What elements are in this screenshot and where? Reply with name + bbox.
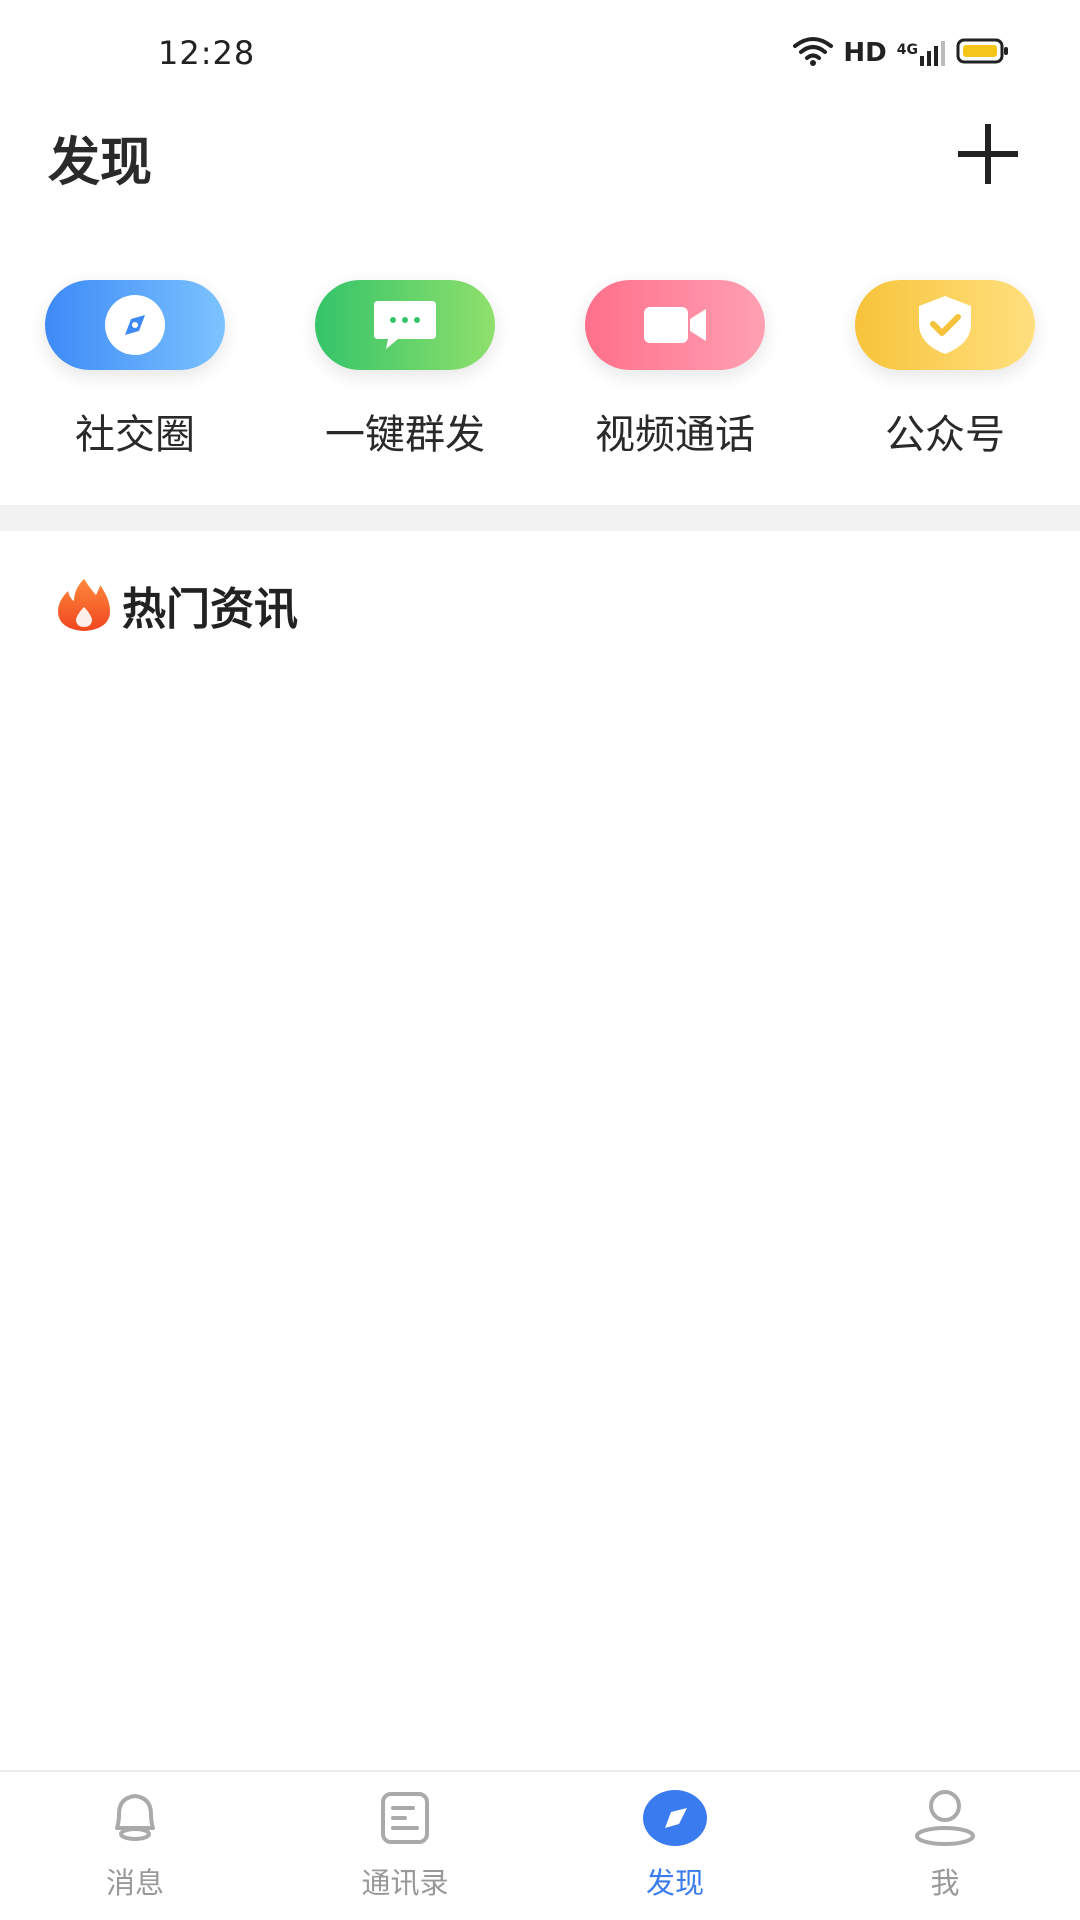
page-title: 发现	[48, 133, 153, 193]
bell-icon	[103, 1786, 167, 1850]
tab-messages[interactable]: 消息	[15, 1786, 255, 1916]
quick-action-pill	[45, 280, 225, 370]
fire-icon	[58, 579, 110, 631]
status-indicators: HD 4G	[793, 36, 1010, 70]
compass-icon	[105, 295, 165, 355]
add-button[interactable]	[952, 118, 1024, 190]
signal-type-label: 4G	[896, 42, 918, 58]
tab-contacts[interactable]: 通讯录	[285, 1786, 525, 1916]
hot-news-title: 热门资讯	[122, 584, 298, 635]
tab-label: 消息	[105, 1866, 164, 1900]
quick-action-label: 公众号	[885, 412, 1005, 458]
battery-icon	[956, 37, 1010, 69]
quick-action-label: 社交圈	[75, 412, 195, 458]
quick-action-label: 视频通话	[595, 412, 755, 458]
quick-action-pill	[585, 280, 765, 370]
page-header: 发现	[0, 110, 1080, 210]
tab-me[interactable]: 我	[825, 1786, 1065, 1916]
tab-discover[interactable]: 发现	[555, 1786, 795, 1916]
plus-icon	[958, 124, 1018, 184]
cell-signal-icon: 4G	[897, 40, 946, 66]
quick-action-label: 一键群发	[325, 412, 485, 458]
bottom-tab-bar: 消息 通讯录 发现 我	[0, 1770, 1080, 1920]
quick-actions: 社交圈 一键群发 视频通话 公众号	[0, 280, 1080, 480]
tab-label: 通讯录	[361, 1866, 449, 1900]
quick-action-pill	[315, 280, 495, 370]
shield-check-icon	[919, 296, 971, 354]
network-type-label: HD	[843, 38, 887, 68]
tab-label: 发现	[645, 1866, 704, 1900]
status-bar: 12:28 HD 4G	[0, 0, 1080, 110]
quick-action-video-call[interactable]: 视频通话	[555, 280, 795, 480]
tab-label: 我	[930, 1866, 960, 1900]
user-icon	[913, 1786, 977, 1850]
contacts-icon	[373, 1786, 437, 1850]
quick-action-official-accounts[interactable]: 公众号	[825, 280, 1065, 480]
video-camera-icon	[644, 307, 706, 343]
chat-bubble-icon	[374, 301, 436, 349]
quick-action-pill	[855, 280, 1035, 370]
hot-news-header: 热门资讯	[56, 575, 298, 635]
section-divider	[0, 505, 1080, 531]
quick-action-mass-send[interactable]: 一键群发	[285, 280, 525, 480]
wifi-icon	[793, 36, 834, 70]
quick-action-social-circle[interactable]: 社交圈	[15, 280, 255, 480]
status-time: 12:28	[158, 34, 256, 72]
compass-icon	[643, 1786, 707, 1850]
